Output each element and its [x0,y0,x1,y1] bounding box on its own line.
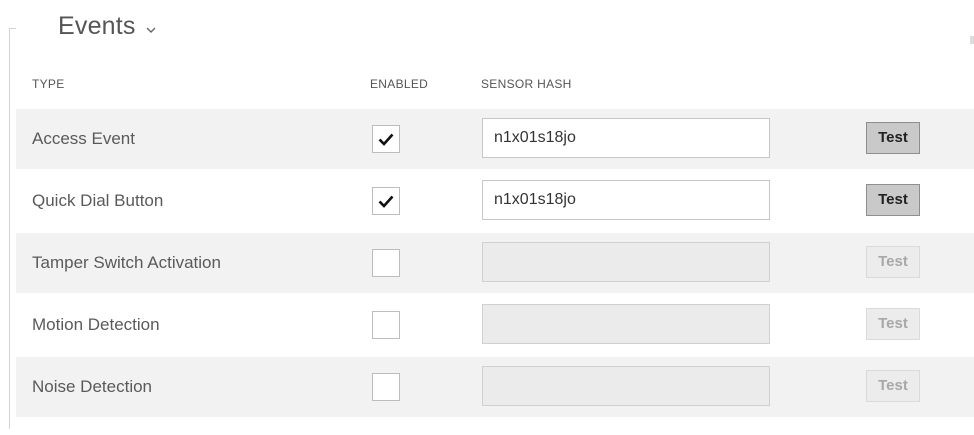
sensor-hash-input[interactable] [482,304,770,344]
scroll-indicator [970,36,974,44]
enabled-checkbox[interactable] [372,373,400,401]
event-type-label: Noise Detection [32,377,153,396]
event-type-label: Access Event [32,129,135,148]
event-row-access-event: Access Event Test [16,109,974,169]
enabled-checkbox[interactable] [372,187,400,215]
event-type-label: Motion Detection [32,315,160,334]
event-type-label: Quick Dial Button [32,191,164,210]
column-header-enabled: ENABLED [370,77,429,91]
event-row-motion-detection: Motion Detection Test [16,295,974,355]
events-section-header[interactable]: Events [58,12,156,41]
sensor-hash-input[interactable] [482,180,770,220]
test-button[interactable]: Test [866,308,920,340]
event-row-quick-dial-button: Quick Dial Button Test [16,171,974,231]
event-row-noise-detection: Noise Detection Test [16,357,974,417]
sensor-hash-input[interactable] [482,242,770,282]
checkmark-icon [378,133,394,146]
test-button[interactable]: Test [866,370,920,402]
chevron-down-icon[interactable] [146,23,156,37]
event-row-tamper-switch-activation: Tamper Switch Activation Test [16,233,974,293]
section-bracket [9,28,16,429]
checkmark-icon [378,195,394,208]
test-button[interactable]: Test [866,246,920,278]
column-header-sensor-hash: SENSOR HASH [481,77,572,91]
sensor-hash-input[interactable] [482,366,770,406]
enabled-checkbox[interactable] [372,249,400,277]
column-header-type: TYPE [32,77,65,91]
section-title: Events [58,12,136,40]
event-type-label: Tamper Switch Activation [32,253,221,272]
enabled-checkbox[interactable] [372,311,400,339]
enabled-checkbox[interactable] [372,125,400,153]
sensor-hash-input[interactable] [482,118,770,158]
test-button[interactable]: Test [866,122,920,154]
test-button[interactable]: Test [866,184,920,216]
